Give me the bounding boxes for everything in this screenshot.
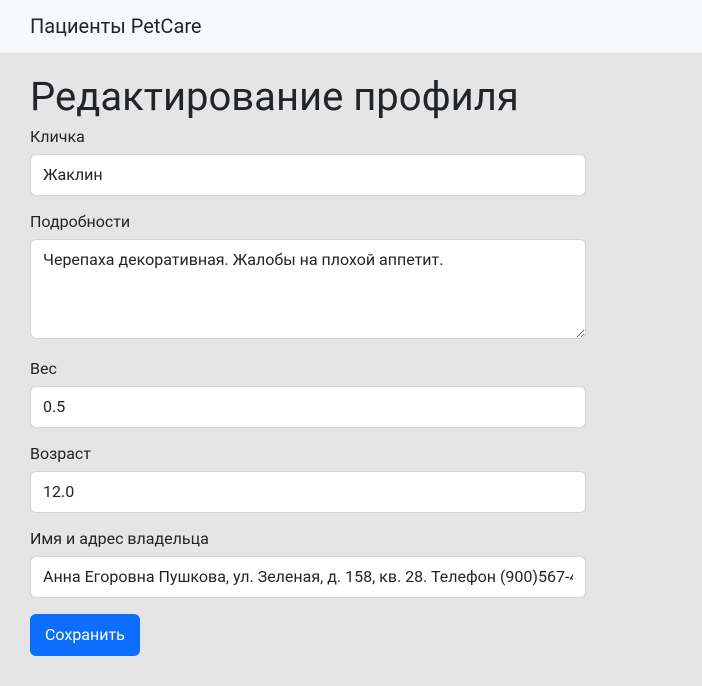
owner-label: Имя и адрес владельца — [30, 529, 672, 548]
form-group-owner: Имя и адрес владельца — [30, 529, 672, 598]
form-group-details: Подробности Черепаха декоративная. Жалоб… — [30, 212, 672, 343]
weight-input[interactable] — [30, 386, 586, 428]
details-textarea[interactable]: Черепаха декоративная. Жалобы на плохой … — [30, 239, 586, 339]
details-label: Подробности — [30, 212, 672, 231]
page-title: Редактирование профиля — [30, 73, 672, 121]
age-label: Возраст — [30, 444, 672, 463]
form-group-age: Возраст — [30, 444, 672, 513]
owner-input[interactable] — [30, 556, 586, 598]
edit-profile-form: Кличка Подробности Черепаха декоративная… — [30, 127, 672, 656]
header-bar: Пациенты PetCare — [0, 0, 702, 53]
form-group-name: Кличка — [30, 127, 672, 196]
brand-title[interactable]: Пациенты PetCare — [30, 14, 202, 38]
weight-label: Вес — [30, 359, 672, 378]
name-input[interactable] — [30, 154, 586, 196]
save-button[interactable]: Сохранить — [30, 614, 140, 656]
name-label: Кличка — [30, 127, 672, 146]
form-group-weight: Вес — [30, 359, 672, 428]
main-container: Редактирование профиля Кличка Подробност… — [0, 53, 702, 686]
age-input[interactable] — [30, 471, 586, 513]
